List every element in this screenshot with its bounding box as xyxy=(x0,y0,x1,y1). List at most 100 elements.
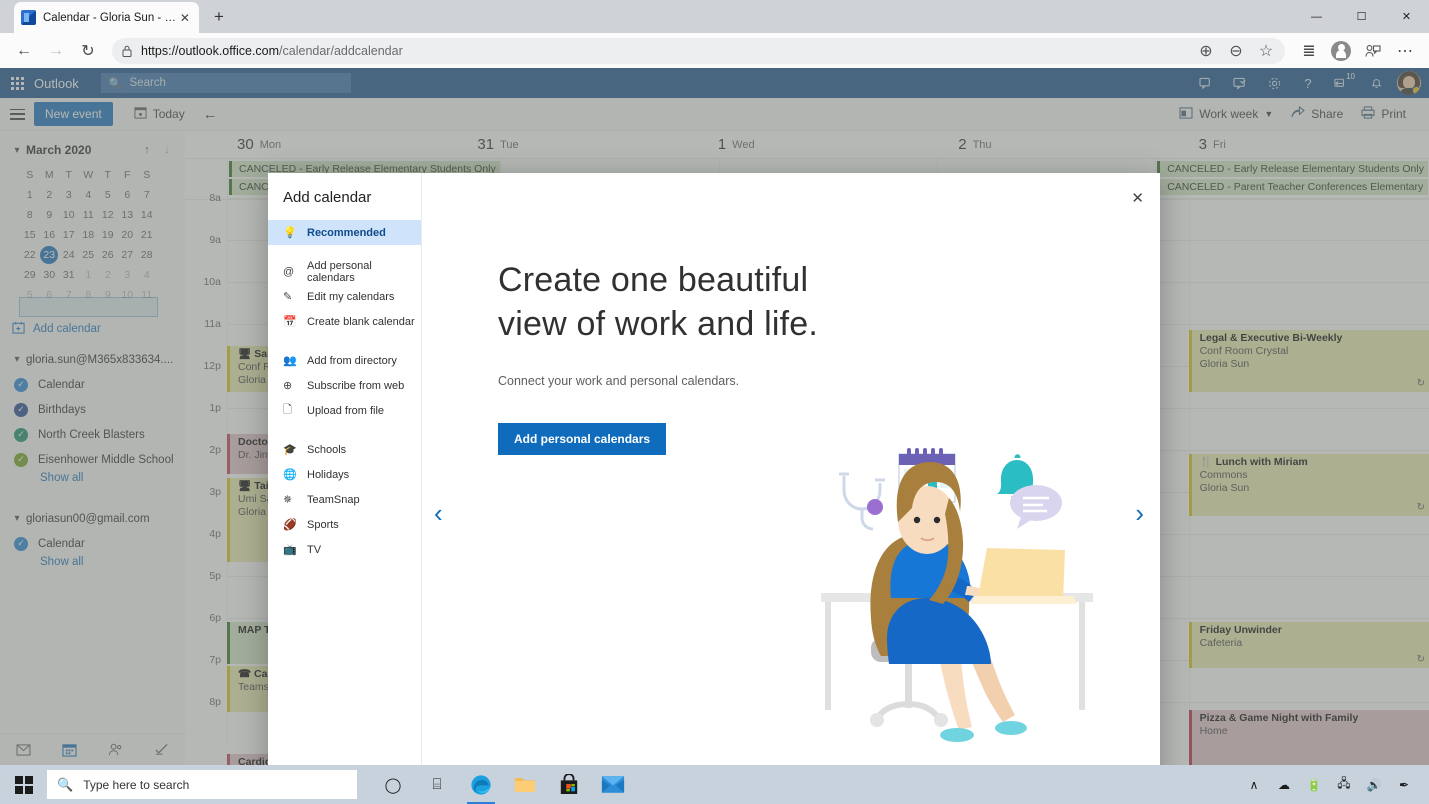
new-tab-button[interactable]: + xyxy=(205,3,233,31)
dialog-nav-divider xyxy=(268,423,421,437)
edge-icon[interactable] xyxy=(459,765,503,804)
hero-heading-line-1: Create one beautiful xyxy=(498,261,808,299)
more-options-icon[interactable]: ⋯ xyxy=(1389,36,1421,66)
dialog-hero: Create one beautiful view of work and li… xyxy=(422,173,1160,455)
tab-close-icon[interactable]: ✕ xyxy=(178,11,192,25)
cortana-icon[interactable]: ◯ xyxy=(371,765,415,804)
dialog-nav-label: Holidays xyxy=(307,469,349,481)
back-icon[interactable]: ← xyxy=(8,36,40,66)
illustration-chat-bubble-icon xyxy=(1010,485,1062,529)
dialog-nav-teamsnap[interactable]: ✵TeamSnap xyxy=(268,487,421,512)
hero-subtitle: Connect your work and personal calendars… xyxy=(498,374,1160,388)
zoom-out-icon[interactable]: ⊖ xyxy=(1221,36,1251,66)
hero-heading-line-2: view of work and life. xyxy=(498,305,818,343)
dialog-main: ✕ Create one beautiful view of work and … xyxy=(422,173,1160,801)
dialog-nav-upload-from-file[interactable]: 🗋Upload from file xyxy=(268,398,421,423)
dialog-nav-label: Schools xyxy=(307,444,346,456)
illustration-desk-leg-left xyxy=(825,602,831,710)
pen-icon[interactable]: ✒ xyxy=(1389,765,1419,804)
windows-taskbar: 🔍 Type here to search ◯ ⌸ ∧☁🔋🖧🔊✒ xyxy=(0,765,1429,804)
taskbar-search-placeholder: Type here to search xyxy=(83,778,189,792)
volume-icon[interactable]: 🔊 xyxy=(1359,765,1389,804)
start-button[interactable] xyxy=(0,765,47,804)
edit-pencil-icon: ✎ xyxy=(283,290,299,303)
network-icon[interactable]: 🖧 xyxy=(1329,765,1359,804)
at-sign-icon: @ xyxy=(283,266,299,278)
dialog-nav-edit-my-calendars[interactable]: ✎ Edit my calendars xyxy=(268,284,421,309)
illustration-shoe-front xyxy=(940,728,974,742)
dialog-nav-subscribe-from-web[interactable]: ⊕ Subscribe from web xyxy=(268,373,421,398)
dialog-nav-divider xyxy=(268,334,421,348)
minimize-button[interactable]: — xyxy=(1294,0,1339,33)
dialog-nav-label: Add personal calendars xyxy=(307,260,421,284)
dialog-nav-holidays[interactable]: 🌐 Holidays xyxy=(268,462,421,487)
address-bar-actions: ⊕ ⊖ ☆ xyxy=(1191,38,1281,64)
feedback-person-icon xyxy=(1365,44,1381,58)
address-bar[interactable]: https://outlook.office.com/calendar/addc… xyxy=(112,38,1285,64)
illustration-laptop-base xyxy=(971,596,1077,604)
browser-navbar: ← → ↻ https://outlook.office.com/calenda… xyxy=(0,33,1429,68)
dialog-nav-schools[interactable]: 🎓Schools xyxy=(268,437,421,462)
sports-icon: 🏈 xyxy=(283,518,299,531)
illustration-stethoscope-bell xyxy=(867,499,883,515)
dialog-nav-create-blank-calendar[interactable]: 📅Create blank calendar xyxy=(268,309,421,334)
globe-icon: ⊕ xyxy=(283,379,299,392)
dialog-close-button[interactable]: ✕ xyxy=(1131,189,1144,207)
reload-icon[interactable]: ↻ xyxy=(72,36,104,66)
dialog-nav-label: TV xyxy=(307,544,321,556)
microsoft-store-icon[interactable] xyxy=(547,765,591,804)
dialog-nav-label: Subscribe from web xyxy=(307,380,404,392)
collections-icon[interactable]: ≣ xyxy=(1293,36,1325,66)
add-personal-calendars-button[interactable]: Add personal calendars xyxy=(498,423,666,455)
system-tray: ∧☁🔋🖧🔊✒ xyxy=(1239,765,1429,804)
dialog-nav-recommended[interactable]: 💡 Recommended xyxy=(268,220,421,245)
task-view-icon[interactable]: ⌸ xyxy=(415,765,459,804)
lock-icon xyxy=(122,45,132,57)
browser-window: Calendar - Gloria Sun - Outlook ✕ + — ☐ … xyxy=(0,0,1429,765)
zoom-in-icon[interactable]: ⊕ xyxy=(1191,36,1221,66)
teamsnap-icon: ✵ xyxy=(283,493,299,506)
outlook-favicon-icon xyxy=(21,10,36,25)
maximize-button[interactable]: ☐ xyxy=(1339,0,1384,33)
favorite-star-icon[interactable]: ☆ xyxy=(1251,36,1281,66)
url-domain: https://outlook.office.com xyxy=(141,44,279,58)
dialog-nav-divider xyxy=(268,245,421,259)
globe-holiday-icon: 🌐 xyxy=(283,468,299,481)
tv-icon: 📺 xyxy=(283,543,299,556)
dialog-nav-tv[interactable]: 📺 TV xyxy=(268,537,421,562)
carousel-next-button[interactable]: › xyxy=(1135,498,1144,529)
dialog-nav-sports[interactable]: 🏈 Sports xyxy=(268,512,421,537)
illustration-eye-left xyxy=(914,517,920,523)
forward-icon[interactable]: → xyxy=(40,36,72,66)
windows-logo-icon xyxy=(15,776,33,794)
mail-icon[interactable] xyxy=(591,765,635,804)
share-feedback-icon[interactable] xyxy=(1357,36,1389,66)
window-close-button[interactable]: ✕ xyxy=(1384,0,1429,33)
dialog-nav-label: Recommended xyxy=(307,227,386,239)
show-hidden-icons-icon[interactable]: ∧ xyxy=(1239,765,1269,804)
dialog-title: Add calendar xyxy=(268,173,421,220)
tab-title: Calendar - Gloria Sun - Outlook xyxy=(43,12,178,24)
people-directory-icon: 👥 xyxy=(283,354,299,367)
battery-icon[interactable]: 🔋 xyxy=(1299,765,1329,804)
calendar-plus-icon: 📅 xyxy=(283,315,299,328)
illustration-skirt xyxy=(887,598,991,664)
dialog-nav-add-personal-calendars[interactable]: @ Add personal calendars xyxy=(268,259,421,284)
file-explorer-icon[interactable] xyxy=(503,765,547,804)
dialog-nav-label: Edit my calendars xyxy=(307,291,394,303)
dialog-nav-add-from-directory[interactable]: 👥 Add from directory xyxy=(268,348,421,373)
illustration-eye-right xyxy=(934,517,940,523)
illustration-laptop-screen xyxy=(977,548,1065,602)
onedrive-cloud-icon[interactable]: ☁ xyxy=(1269,765,1299,804)
browser-profile-avatar[interactable] xyxy=(1331,41,1351,61)
dialog-nav-label: Sports xyxy=(307,519,339,531)
lightbulb-icon: 💡 xyxy=(283,226,299,239)
dialog-nav-label: Add from directory xyxy=(307,355,397,367)
work-life-illustration xyxy=(811,438,1111,758)
outlook-app: Outlook 🔍 Search ? 10 xyxy=(0,68,1429,765)
browser-titlebar: Calendar - Gloria Sun - Outlook ✕ + — ☐ … xyxy=(0,0,1429,33)
taskbar-search-input[interactable]: 🔍 Type here to search xyxy=(47,770,357,799)
carousel-prev-button[interactable]: ‹ xyxy=(434,498,443,529)
browser-tab[interactable]: Calendar - Gloria Sun - Outlook ✕ xyxy=(14,2,199,33)
taskbar-apps: ◯ ⌸ xyxy=(371,765,635,804)
